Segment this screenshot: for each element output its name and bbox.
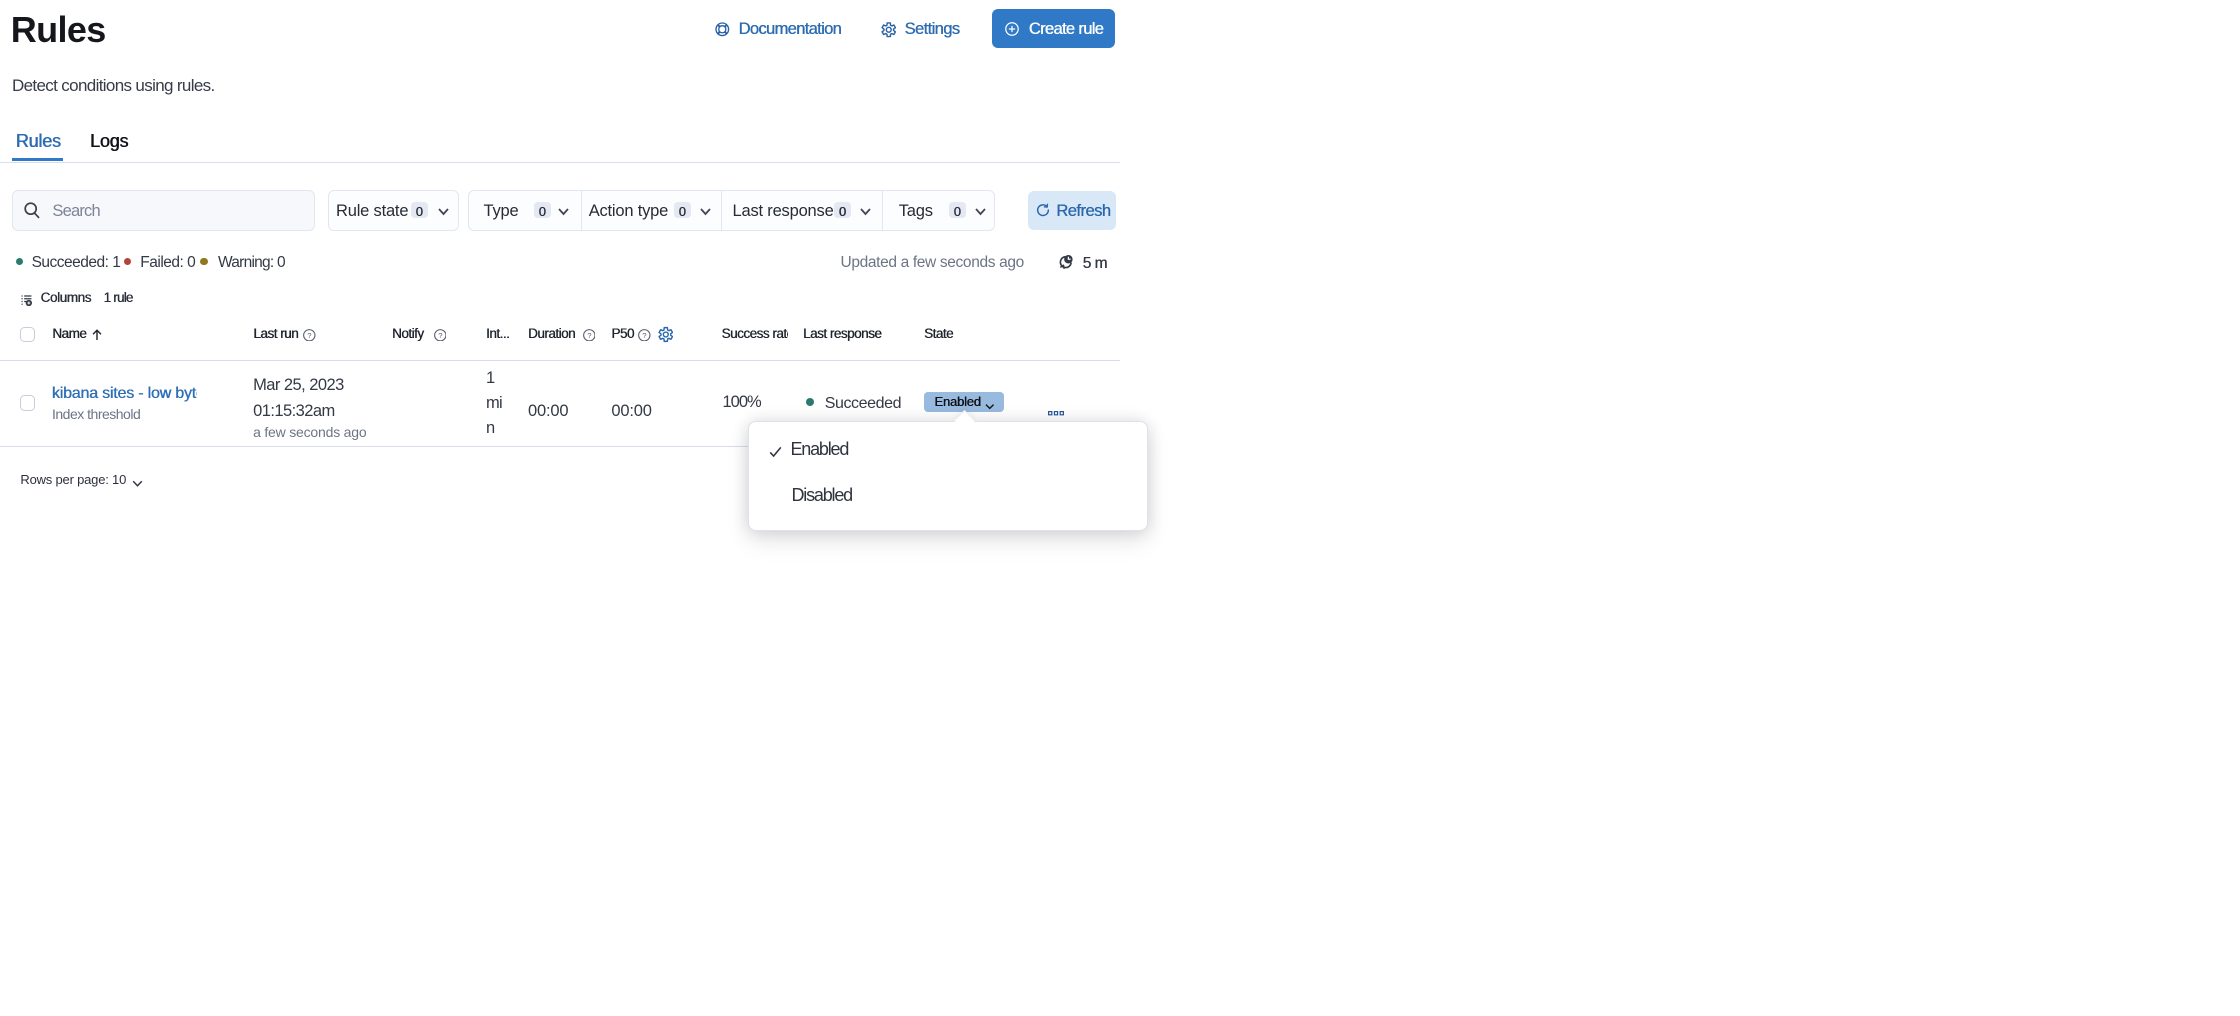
svg-text:?: ? bbox=[587, 331, 591, 340]
svg-text:?: ? bbox=[438, 331, 442, 340]
svg-text:?: ? bbox=[307, 331, 311, 340]
svg-text:?: ? bbox=[643, 331, 647, 340]
